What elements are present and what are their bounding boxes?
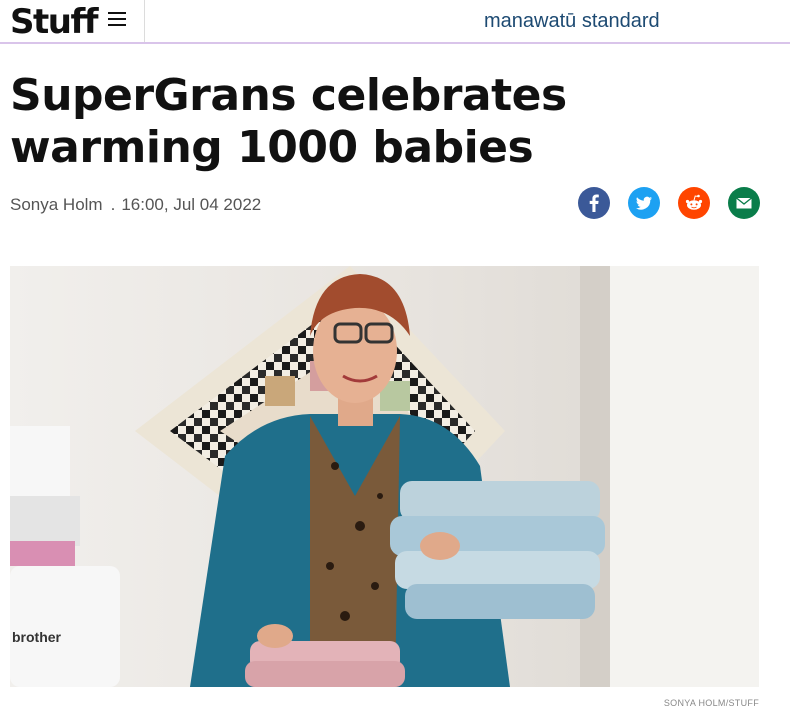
header-divider	[144, 0, 145, 42]
publish-timestamp: 16:00, Jul 04 2022	[121, 195, 262, 214]
byline-separator: .	[110, 195, 116, 214]
facebook-icon	[589, 194, 599, 212]
article-headline: SuperGrans celebrates warming 1000 babie…	[10, 70, 567, 173]
stuff-logo[interactable]: Stuff	[10, 4, 99, 40]
email-icon	[736, 197, 752, 209]
author-name[interactable]: Sonya Holm	[10, 195, 103, 214]
share-reddit-button[interactable]	[678, 187, 710, 219]
masthead-title[interactable]: manawatū standard	[484, 10, 660, 33]
photo-credit: SONYA HOLM/STUFF	[663, 698, 759, 708]
twitter-icon	[636, 196, 652, 210]
article-hero-image[interactable]: brother	[10, 266, 759, 687]
hamburger-menu-icon[interactable]	[108, 12, 126, 26]
share-facebook-button[interactable]	[578, 187, 610, 219]
site-header: Stuff manawatū standard	[0, 0, 790, 44]
share-email-button[interactable]	[728, 187, 760, 219]
brother-brand-text: brother	[12, 629, 62, 645]
byline: Sonya Holm. 16:00, Jul 04 2022	[10, 195, 261, 215]
share-twitter-button[interactable]	[628, 187, 660, 219]
supergran-photo: brother	[10, 266, 759, 687]
reddit-icon	[685, 194, 703, 210]
